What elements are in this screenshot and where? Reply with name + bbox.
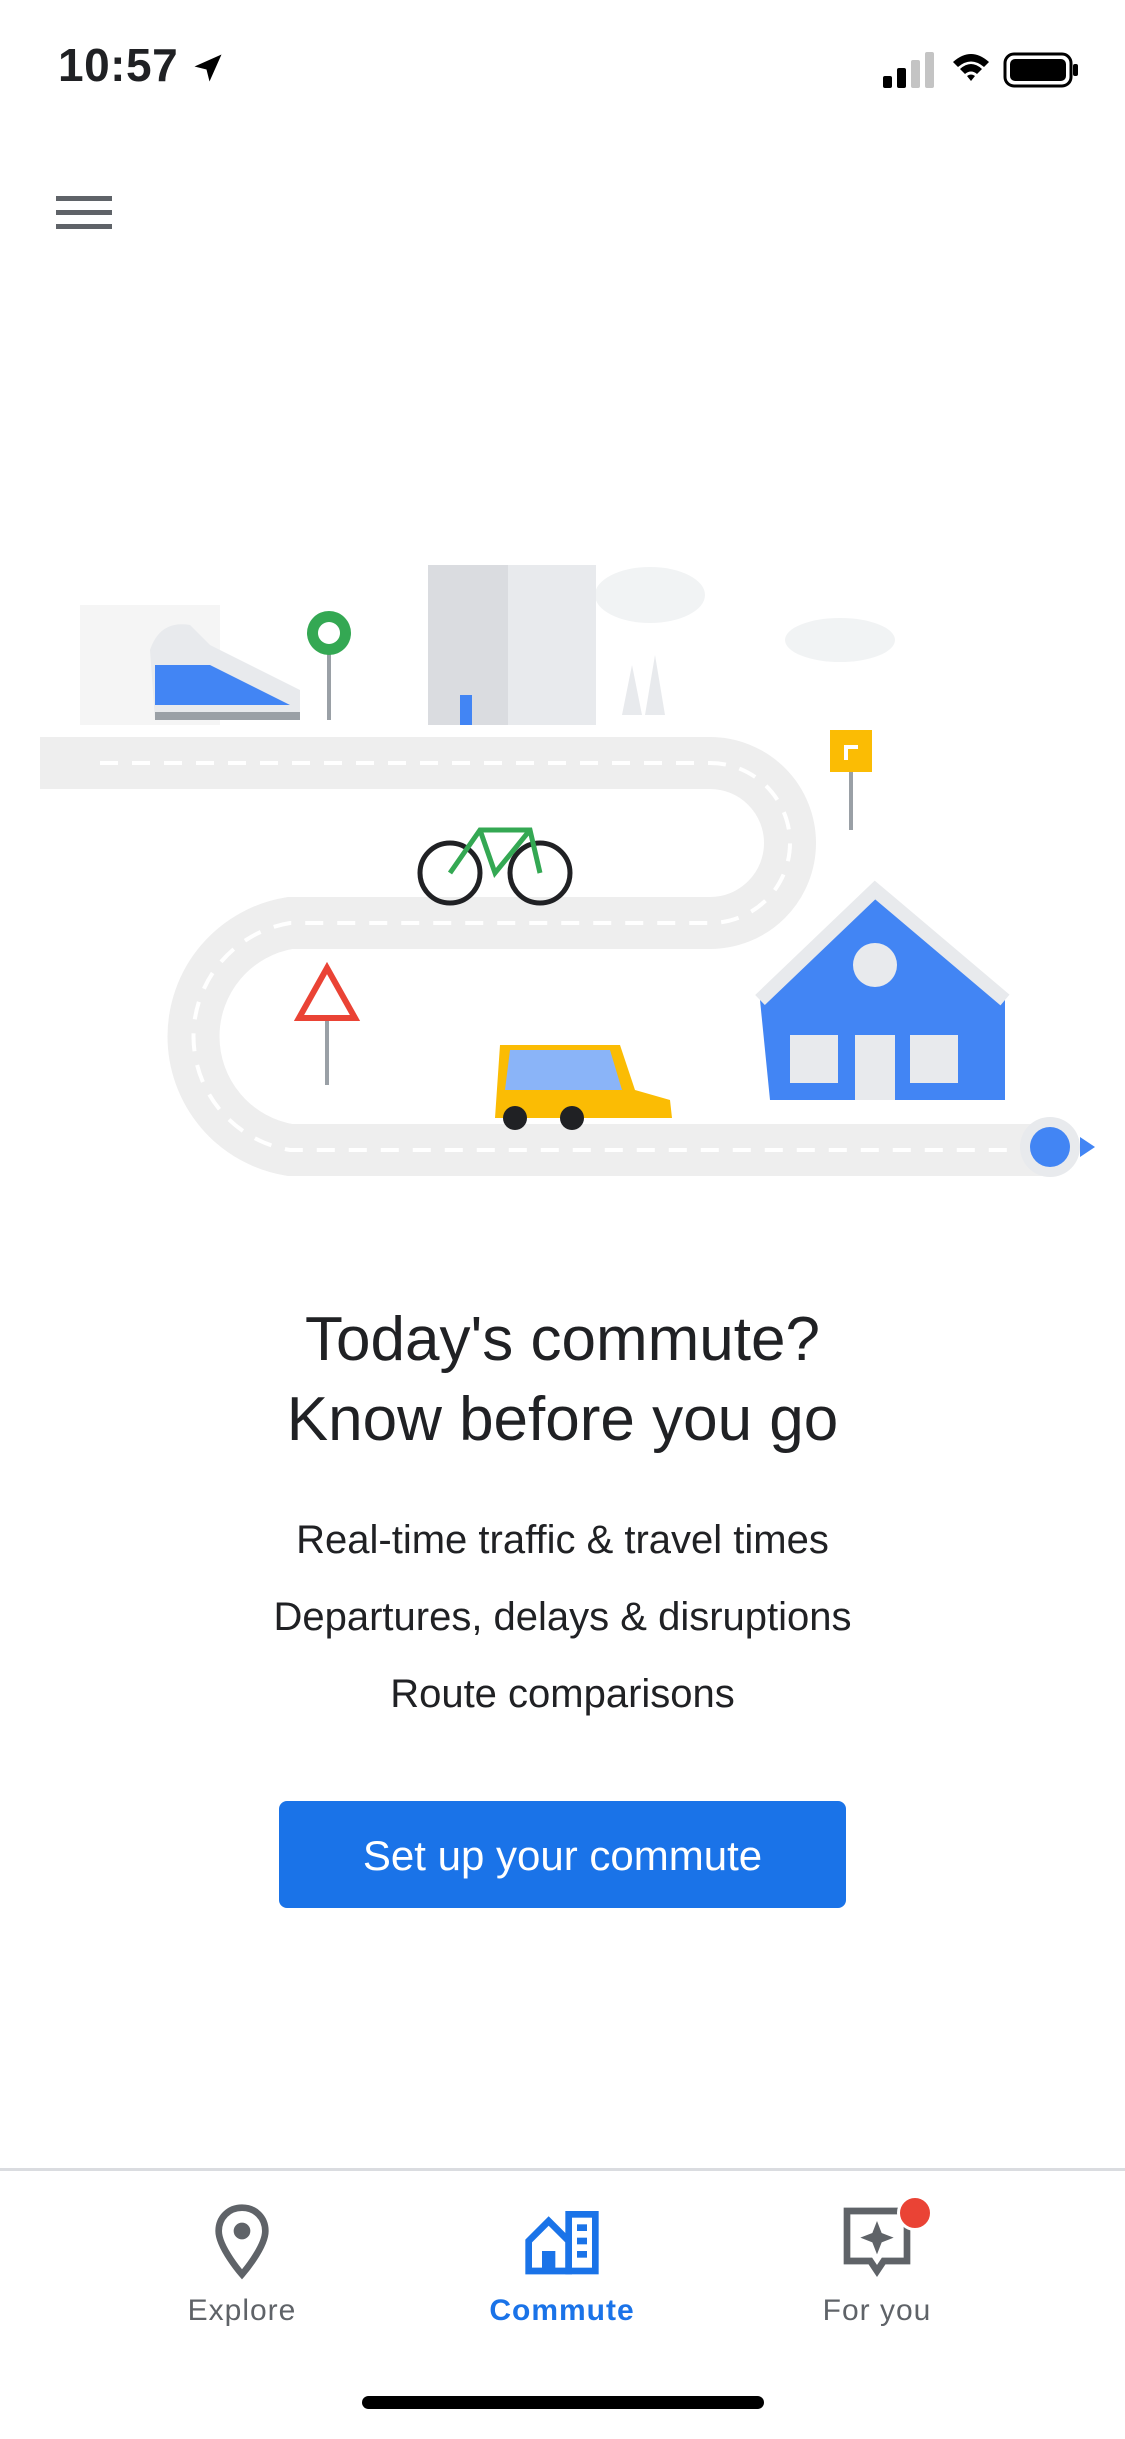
warning-sign-icon xyxy=(293,961,361,1085)
feature-item: Departures, delays & disruptions xyxy=(273,1595,852,1639)
headline-line1: Today's commute? xyxy=(305,1305,820,1374)
nav-item-explore[interactable]: Explore xyxy=(92,2201,392,2351)
hamburger-menu-icon xyxy=(56,196,112,229)
turn-sign-icon xyxy=(830,730,872,830)
nav-item-for-you[interactable]: For you xyxy=(727,2195,1027,2351)
house-icon xyxy=(755,880,1010,1100)
notification-badge xyxy=(897,2195,933,2231)
feature-item: Route comparisons xyxy=(390,1672,735,1716)
cloud-icon xyxy=(595,567,895,662)
bicycle-icon xyxy=(417,827,573,906)
status-icons xyxy=(883,52,1078,88)
commute-illustration xyxy=(40,565,1095,1177)
features-list: Real-time traffic & travel times Departu… xyxy=(0,1502,1125,1733)
commute-home-icon xyxy=(525,2211,599,2275)
feature-item: Real-time traffic & travel times xyxy=(296,1518,829,1562)
building-icon xyxy=(428,565,596,725)
headline: Today's commute? Know before you go xyxy=(0,1300,1125,1460)
home-indicator[interactable] xyxy=(362,2396,764,2409)
headline-line2: Know before you go xyxy=(286,1385,839,1454)
signal-icon xyxy=(883,52,934,88)
wifi-icon xyxy=(953,54,989,81)
menu-button[interactable] xyxy=(40,180,128,244)
status-bar: 10:57 xyxy=(0,0,1125,140)
train-icon xyxy=(150,624,300,720)
location-pin-icon xyxy=(215,2204,269,2280)
tree-icon xyxy=(622,665,642,715)
status-time: 10:57 xyxy=(58,39,179,91)
nav-item-commute[interactable]: Commute xyxy=(412,2201,712,2351)
location-arrow-icon xyxy=(194,54,222,82)
nav-label-commute: Commute xyxy=(489,2294,635,2327)
car-icon xyxy=(495,1045,672,1130)
set-up-commute-button[interactable]: Set up your commute xyxy=(279,1801,846,1908)
nav-label-for-you: For you xyxy=(822,2294,932,2327)
nav-label-explore: Explore xyxy=(187,2294,297,2327)
station-sign-icon xyxy=(307,611,351,720)
battery-icon xyxy=(1003,52,1078,88)
